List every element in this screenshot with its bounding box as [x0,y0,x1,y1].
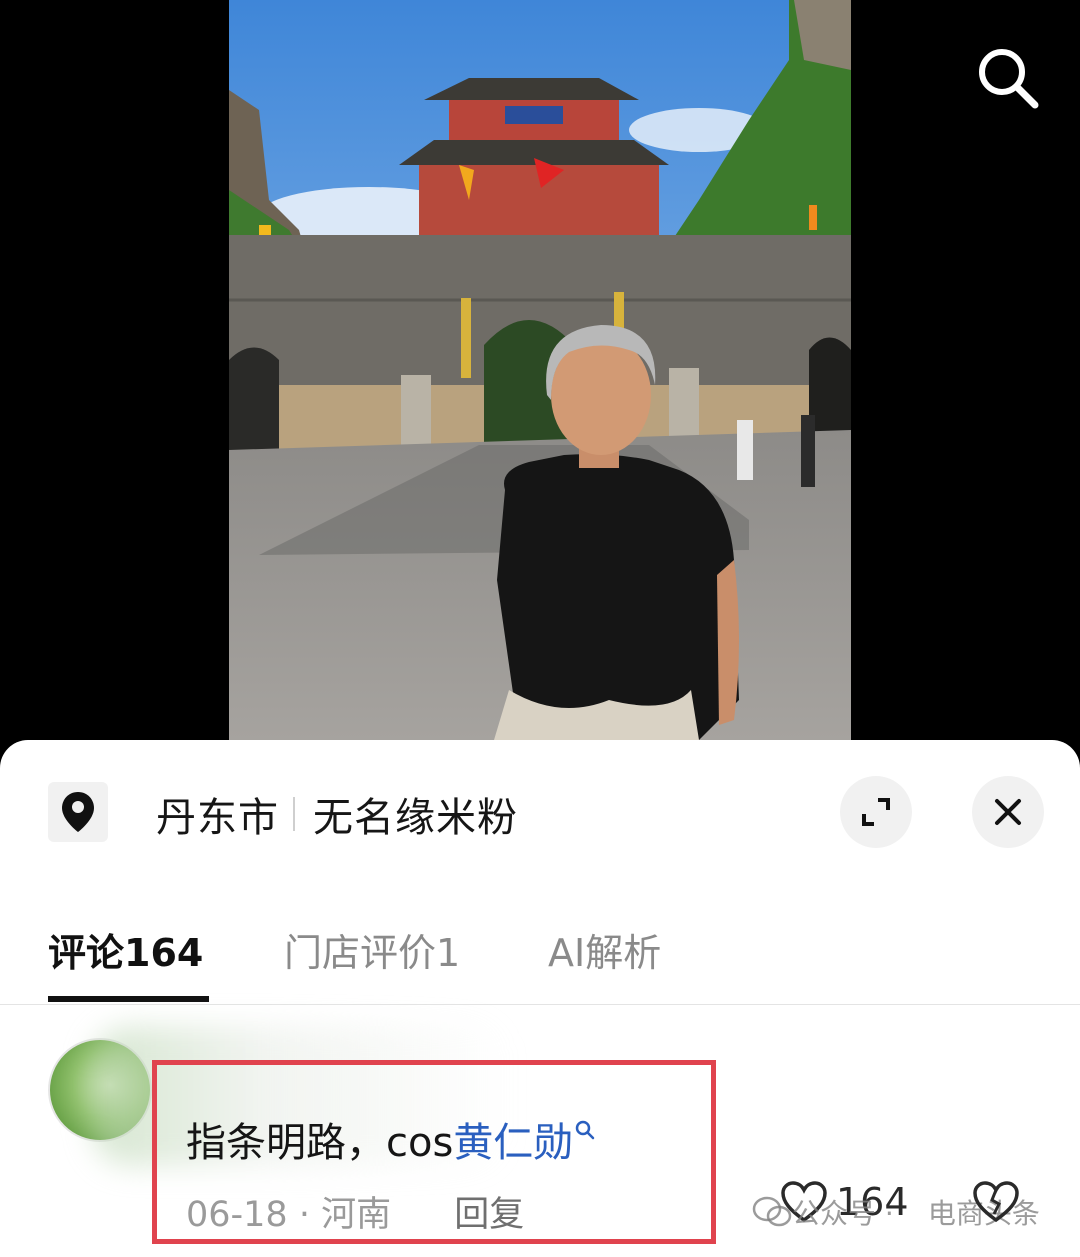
city-name: 丹东市 [156,795,279,841]
search-button[interactable] [972,42,1044,114]
tab-comments[interactable]: 评论164 [48,922,203,977]
location-badge [48,782,108,842]
title-divider [293,797,295,831]
video-frame [229,0,851,740]
broken-heart-icon [973,1181,1019,1223]
expand-button[interactable] [840,776,912,848]
map-pin-icon [62,792,94,832]
close-icon [995,799,1021,825]
search-icon [979,49,1039,109]
wechat-icon [752,1196,792,1227]
highlight-annotation [152,1060,716,1244]
video-image [229,0,851,740]
shop-name: 无名缘米粉 [313,795,518,841]
tab-store-reviews[interactable]: 门店评价1 [284,922,460,977]
dislike-button[interactable] [972,1180,1020,1228]
location-title[interactable]: 丹东市 无名缘米粉 [156,784,518,844]
expand-icon [862,798,890,826]
active-tab-indicator [48,996,209,1002]
comment-sheet: 丹东市 无名缘米粉 评论164 门店评价1 AI解析 指条明路，cos黄仁勋 0… [0,740,1080,1257]
tab-bar: 评论164 门店评价1 AI解析 [0,912,1080,1005]
video-player[interactable] [0,0,1080,760]
close-button[interactable] [972,776,1044,848]
watermark-account: 公众号 · [792,1197,894,1230]
tab-ai-analysis[interactable]: AI解析 [548,922,661,977]
